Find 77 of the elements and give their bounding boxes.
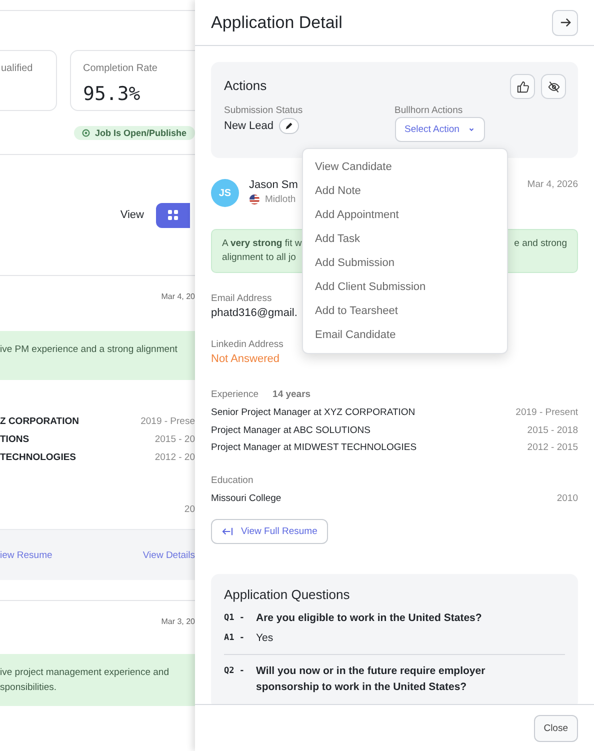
question-number: Q1 - [224, 612, 246, 625]
pencil-icon [284, 122, 293, 130]
drawer-title: Application Detail [211, 12, 342, 32]
thumbs-up-button[interactable] [510, 74, 535, 99]
job-years: 2012 - 2015 [527, 442, 578, 454]
field-label: Linkedin Address [211, 339, 284, 350]
grid-view-button[interactable] [156, 202, 190, 228]
experience-total: 14 years [272, 389, 311, 400]
job-years: 2012 - 20 [154, 452, 195, 465]
candidate-name: Jason Sm [249, 179, 298, 191]
job-title: Z CORPORATION [0, 416, 79, 429]
avatar: JS [211, 179, 239, 207]
field-label: Submission Status [224, 105, 303, 116]
fit-summary-text: A very strong fit w [222, 237, 302, 251]
close-button[interactable]: Close [534, 714, 578, 742]
eye-off-icon [548, 80, 560, 92]
fit-summary-text: ive PM experience and a strong alignment [0, 343, 178, 357]
application-date: Mar 4, 20 [160, 291, 195, 301]
application-date: Mar 4, 2026 [527, 179, 578, 190]
menu-item[interactable]: Add Client Submission [303, 275, 507, 299]
job-years: 2015 - 2018 [527, 424, 578, 436]
close-drawer-button[interactable] [552, 10, 578, 36]
stat-label: ualified [1, 63, 34, 74]
job-title: TIONS [0, 434, 30, 447]
menu-item[interactable]: View Candidate [303, 155, 507, 179]
view-label: View [120, 209, 144, 221]
fit-summary-text: alignment to all jo [222, 251, 296, 265]
field-label: Education [211, 474, 254, 486]
job-years: 2019 - Prese [140, 416, 195, 429]
job-title: Senior Project Manager at XYZ CORPORATION [211, 407, 416, 418]
education-year: 20 [183, 504, 195, 515]
answer-number: A1 - [224, 632, 246, 645]
field-label: Email Address [211, 293, 272, 304]
job-years: 2015 - 20 [154, 434, 195, 447]
job-title: Project Manager at MIDWEST TECHNOLOGIES [211, 442, 417, 454]
field-value: phatd316@gmail. [211, 307, 298, 319]
graduation-year: 2010 [556, 492, 578, 504]
fit-summary-text: ive project management experience and [0, 666, 170, 680]
menu-item[interactable]: Add Appointment [303, 203, 507, 227]
candidate-location: Midloth [265, 194, 296, 205]
menu-item[interactable]: Add Note [303, 179, 507, 203]
menu-item[interactable]: Add Task [303, 227, 507, 251]
answer-text: Yes [256, 631, 274, 646]
stat-value: 95.3% [83, 83, 142, 105]
application-date: Mar 3, 20 [160, 616, 195, 626]
job-title: TECHNOLOGIES [0, 452, 76, 465]
stat-label: Completion Rate [83, 63, 158, 74]
school-name: Missouri College [211, 492, 282, 504]
chevron-down-icon [468, 126, 476, 133]
submission-status: New Lead [224, 120, 274, 132]
view-full-resume-button[interactable]: View Full Resume [211, 519, 328, 544]
arrow-left-icon [222, 527, 233, 536]
fit-summary-text: e and strong [514, 237, 567, 251]
grid-icon [168, 210, 178, 220]
field-value: Not Answered [211, 353, 280, 365]
actions-title: Actions [224, 78, 267, 93]
job-years: 2019 - Present [516, 407, 578, 418]
field-label: Bullhorn Actions [394, 105, 463, 116]
status-badge-text: Job Is Open/Publishe [95, 128, 187, 138]
question-text: Are you eligible to work in the United States? [256, 611, 483, 626]
flag-icon [249, 194, 260, 205]
select-action-dropdown[interactable]: Select Action [394, 117, 486, 142]
fit-summary-text: sponsibilities. [0, 681, 58, 695]
menu-item[interactable]: Add Submission [303, 251, 507, 275]
edit-button[interactable] [278, 118, 299, 134]
questions-title: Application Questions [224, 587, 351, 602]
menu-item[interactable]: Add to Tearsheet [303, 299, 507, 323]
job-title: Project Manager at ABC SOLUTIONS [211, 424, 370, 436]
field-label: Experience [211, 389, 259, 400]
card-link[interactable]: View Details [142, 550, 195, 560]
hide-button[interactable] [541, 74, 566, 99]
arrow-right-icon [560, 17, 570, 28]
card-link[interactable]: iew Resume [0, 550, 52, 560]
thumbs-up-icon [516, 80, 528, 92]
question-number: Q2 - [224, 665, 246, 678]
question-text: Will you now or in the future require employer sponsorship to work in the United States? [256, 664, 486, 695]
menu-item[interactable]: Email Candidate [303, 323, 507, 347]
